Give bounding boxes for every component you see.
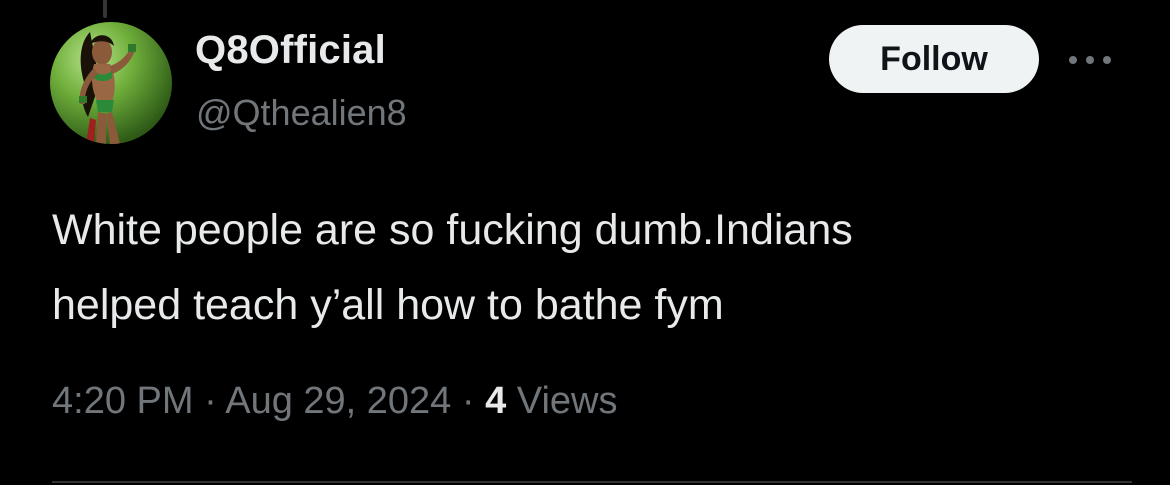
divider: [52, 481, 1132, 483]
meta-separator: ·: [204, 380, 217, 422]
tweet-text: White people are so fucking dumb.Indians…: [52, 206, 853, 329]
author-display-name[interactable]: Q8Official: [195, 28, 386, 73]
views-label: Views: [516, 380, 618, 422]
more-horizontal-icon: [1069, 56, 1111, 64]
views-count: 4: [485, 380, 507, 422]
avatar[interactable]: [50, 22, 172, 144]
tweet-date[interactable]: Aug 29, 2024: [225, 380, 451, 422]
meta-separator: ·: [461, 380, 475, 422]
more-options-button[interactable]: [1062, 40, 1118, 80]
tweet-time[interactable]: 4:20 PM: [52, 380, 194, 422]
follow-button[interactable]: Follow: [829, 25, 1039, 93]
tweet-meta: 4:20 PM · Aug 29, 2024 · 4 Views: [52, 380, 617, 423]
character-avatar-icon: [79, 32, 136, 144]
author-handle[interactable]: @Qthealien8: [196, 92, 407, 134]
thread-connector-line: [103, 0, 107, 18]
